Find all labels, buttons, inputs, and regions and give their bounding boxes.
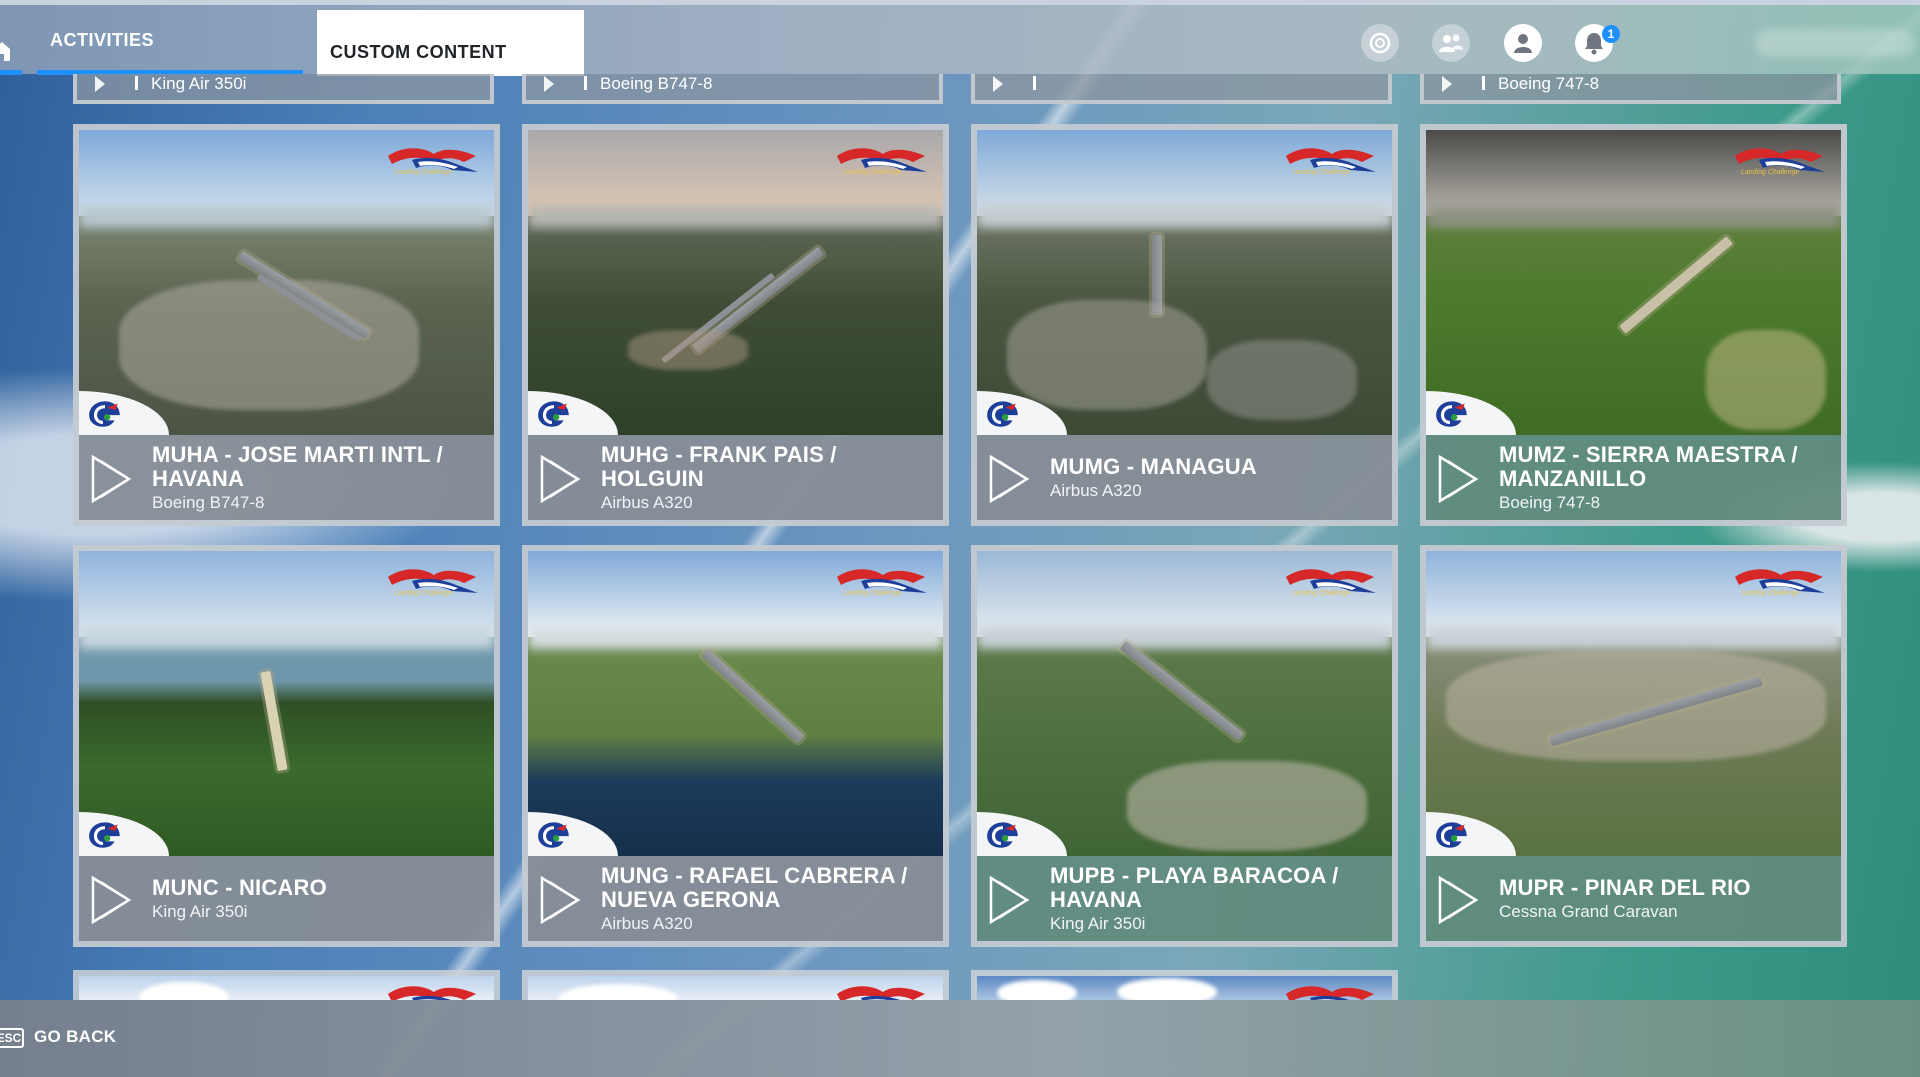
divider (1482, 76, 1485, 90)
divider (135, 76, 138, 90)
card-aircraft: Airbus A320 (601, 914, 693, 933)
play-icon (95, 76, 105, 92)
card-title-line1: MUNG - RAFAEL CABRERA / (601, 863, 908, 888)
card-info-panel: MUNC - NICARO King Air 350i (79, 856, 494, 941)
username-blurred (1755, 29, 1915, 57)
chevron-right-icon (1438, 455, 1479, 503)
airport-thumbnail (528, 130, 943, 435)
card-info-panel: MUMZ - SIERRA MAESTRA / MANZANILLO Boein… (1426, 435, 1841, 520)
chevron-right-icon (91, 455, 132, 503)
card-title-line2: NUEVA GERONA (601, 887, 781, 912)
bottom-bar: ESC GO BACK (0, 1000, 1920, 1077)
card-aircraft: Cessna Grand Caravan (1499, 902, 1678, 921)
airport-thumbnail (977, 551, 1392, 856)
go-back-button[interactable]: GO BACK (34, 1027, 116, 1047)
card-aircraft: Airbus A320 (601, 493, 693, 512)
landing-challenge-logo (1729, 563, 1829, 597)
landing-challenge-logo (831, 563, 931, 597)
card-info-panel: MUPB - PLAYA BARACOA / HAVANA King Air 3… (977, 856, 1392, 941)
cloud (1117, 978, 1217, 1000)
landing-challenge-logo (831, 980, 931, 1000)
airport-card[interactable]: MUMG - MANAGUA Airbus A320 (971, 124, 1398, 526)
airport-thumbnail (977, 130, 1392, 435)
esc-key-hint: ESC (0, 1028, 24, 1048)
landing-challenge-logo (382, 980, 482, 1000)
play-icon (993, 76, 1003, 92)
card-aircraft: Airbus A320 (1050, 481, 1142, 500)
card-info-panel: MUPR - PINAR DEL RIO Cessna Grand Carava… (1426, 856, 1841, 941)
home-tab-indicator (0, 70, 22, 75)
tab-custom-content[interactable]: CUSTOM CONTENT (317, 10, 584, 76)
list-item-partial[interactable] (73, 970, 500, 1000)
list-item-partial[interactable] (971, 74, 1392, 104)
card-title-line2: HOLGUIN (601, 466, 704, 491)
card-info-panel: MUHG - FRANK PAIS / HOLGUIN Airbus A320 (528, 435, 943, 520)
airport-card[interactable]: MUHA - JOSE MARTI INTL / HAVANA Boeing B… (73, 124, 500, 526)
card-aircraft: Boeing 747-8 (1499, 493, 1601, 512)
tab-activities[interactable]: ACTIVITIES (37, 10, 303, 75)
list-item-partial[interactable]: King Air 350i (73, 74, 494, 104)
play-icon (544, 76, 554, 92)
card-aircraft: Boeing 747-8 (1498, 74, 1600, 93)
card-info-panel: MUNG - RAFAEL CABRERA / NUEVA GERONA Air… (528, 856, 943, 941)
card-aircraft: Boeing B747-8 (600, 74, 713, 93)
card-title-line2: HAVANA (1050, 887, 1143, 912)
airport-card[interactable]: MUNG - RAFAEL CABRERA / NUEVA GERONA Air… (522, 545, 949, 947)
card-title-line2: HAVANA (152, 466, 245, 491)
chevron-right-icon (540, 455, 581, 503)
airport-card[interactable]: MUPR - PINAR DEL RIO Cessna Grand Carava… (1420, 545, 1847, 947)
card-title-line1: MUHG - FRANK PAIS / (601, 442, 837, 467)
card-title-line1: MUMZ - SIERRA MAESTRA / (1499, 442, 1798, 467)
airport-thumbnail (79, 551, 494, 856)
card-title-line2: MANZANILLO (1499, 466, 1647, 491)
airport-card[interactable]: MUNC - NICARO King Air 350i (73, 545, 500, 947)
list-item-partial[interactable] (522, 970, 949, 1000)
landing-challenge-logo (831, 142, 931, 176)
chevron-right-icon (91, 876, 132, 924)
card-aircraft: King Air 350i (1050, 914, 1146, 933)
home-icon[interactable] (0, 41, 16, 61)
divider (1033, 76, 1036, 90)
cloud (997, 980, 1077, 1000)
landing-challenge-logo (382, 563, 482, 597)
airport-thumbnail (1426, 551, 1841, 856)
list-item-partial[interactable] (971, 970, 1398, 1000)
play-icon (1442, 76, 1452, 92)
card-title-line1: MUPB - PLAYA BARACOA / (1050, 863, 1339, 888)
card-aircraft: Boeing B747-8 (152, 493, 265, 512)
airport-card[interactable]: MUMZ - SIERRA MAESTRA / MANZANILLO Boein… (1420, 124, 1847, 526)
list-item-partial[interactable]: Boeing 747-8 (1420, 74, 1841, 104)
airport-thumbnail (79, 130, 494, 435)
notification-count-badge: 1 (1602, 25, 1620, 43)
landing-challenge-logo (1280, 142, 1380, 176)
profile-icon[interactable] (1504, 24, 1542, 62)
chevron-right-icon (1438, 876, 1479, 924)
card-aircraft: King Air 350i (152, 902, 248, 921)
achievement-icon[interactable] (1361, 24, 1399, 62)
list-item-partial[interactable]: Boeing B747-8 (522, 74, 943, 104)
airport-thumbnail (528, 551, 943, 856)
card-title-line1: MUMG - MANAGUA (1050, 454, 1257, 479)
card-info-panel: MUHA - JOSE MARTI INTL / HAVANA Boeing B… (79, 435, 494, 520)
card-info-panel: MUMG - MANAGUA Airbus A320 (977, 435, 1392, 520)
chevron-right-icon (989, 455, 1030, 503)
landing-challenge-logo (1280, 563, 1380, 597)
landing-challenge-logo (1729, 142, 1829, 176)
chevron-right-icon (540, 876, 581, 924)
divider (584, 76, 587, 90)
card-aircraft: King Air 350i (151, 74, 247, 93)
top-navigation-bar: ACTIVITIES CUSTOM CONTENT 1 (0, 0, 1920, 76)
airport-card[interactable]: MUPB - PLAYA BARACOA / HAVANA King Air 3… (971, 545, 1398, 947)
card-title-line1: MUHA - JOSE MARTI INTL / (152, 442, 443, 467)
landing-challenge-logo (1280, 980, 1380, 1000)
card-title-line1: MUPR - PINAR DEL RIO (1499, 875, 1751, 900)
landing-challenge-logo (382, 142, 482, 176)
friends-icon[interactable] (1432, 24, 1470, 62)
airport-thumbnail (1426, 130, 1841, 435)
card-title-line1: MUNC - NICARO (152, 875, 327, 900)
airport-card[interactable]: MUHG - FRANK PAIS / HOLGUIN Airbus A320 (522, 124, 949, 526)
chevron-right-icon (989, 876, 1030, 924)
